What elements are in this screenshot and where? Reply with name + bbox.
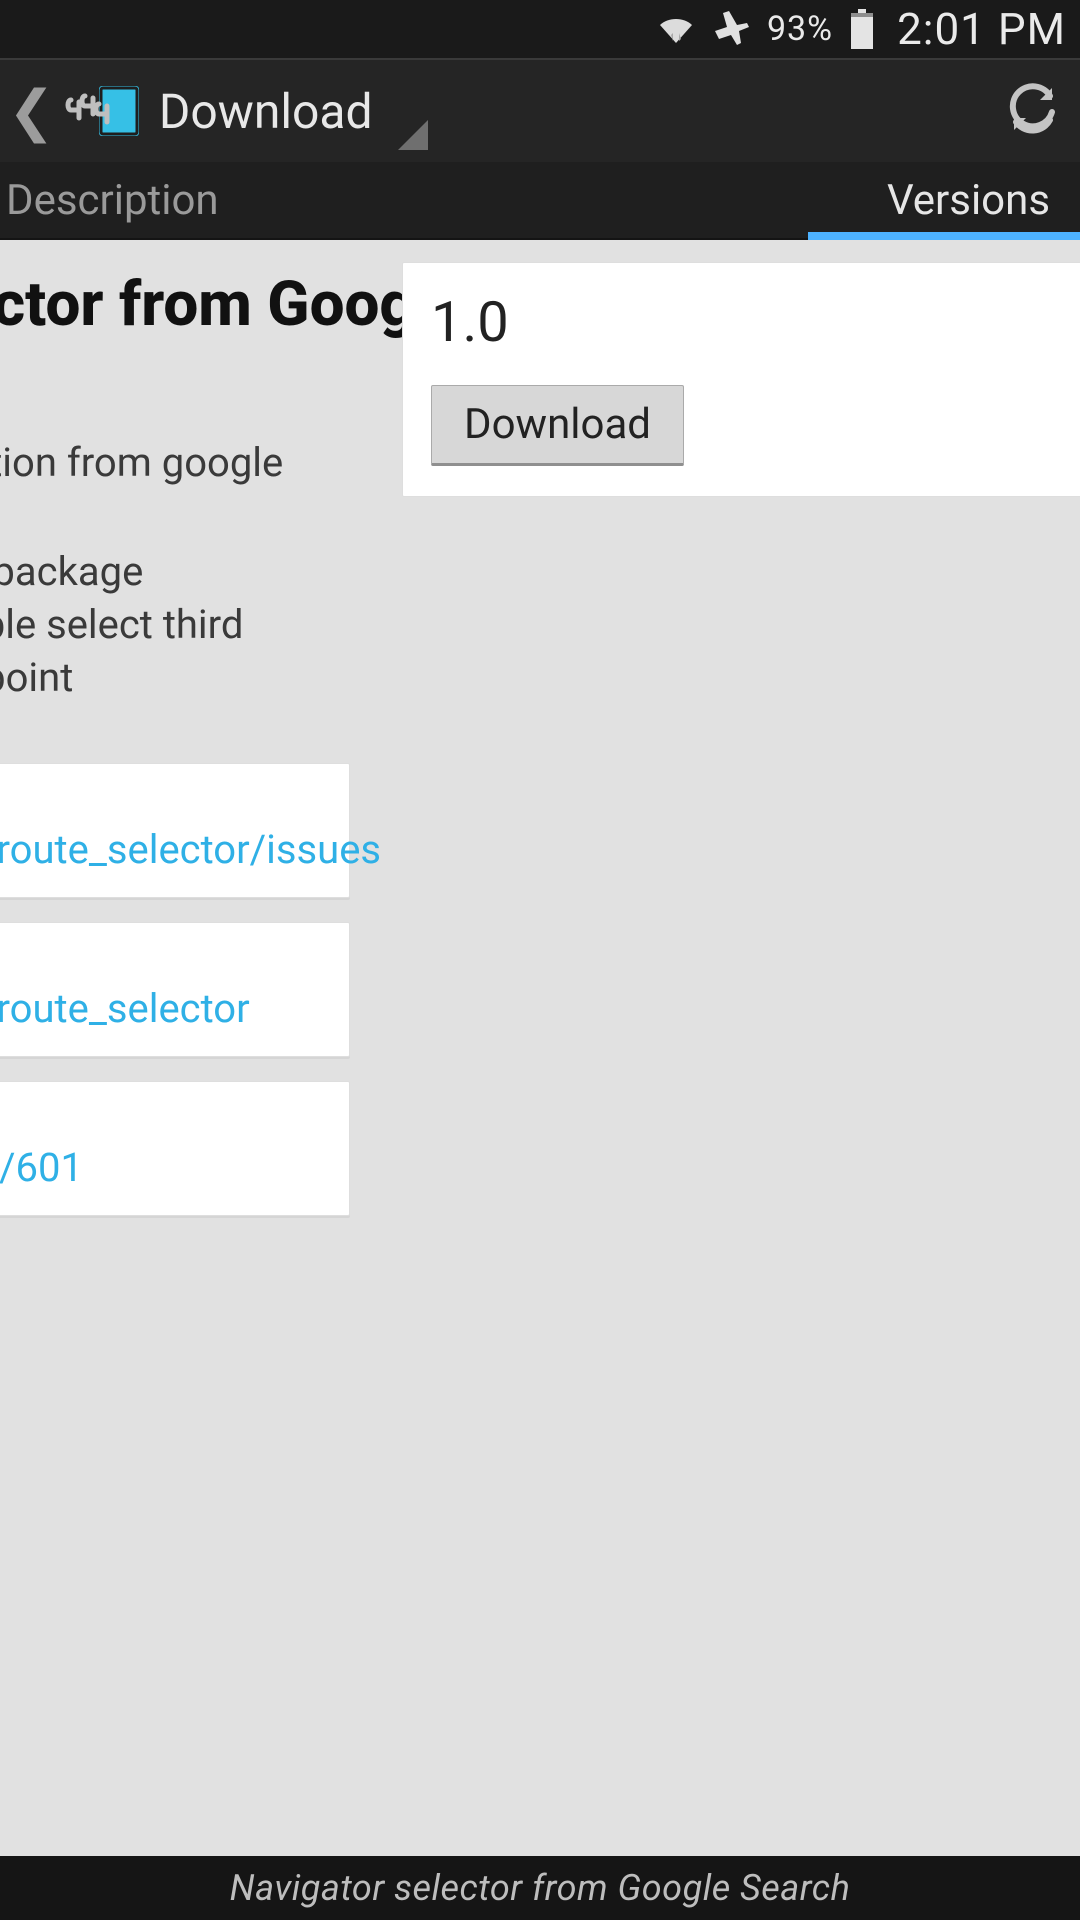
refresh-icon[interactable]: [1000, 74, 1066, 148]
content-area: Navigator selector from Google Pick alte…: [0, 240, 1080, 1856]
action-bar-title[interactable]: Download: [159, 83, 373, 140]
tab-strip: Description Versions: [0, 162, 1080, 240]
footer-status: Navigator selector from Google Search: [0, 1856, 1080, 1920]
link-card[interactable]: github.com/example/route_selector/issues: [0, 763, 350, 898]
status-bar: 93% 2:01 PM: [0, 0, 1080, 58]
spinner-indicator-icon[interactable]: [398, 120, 428, 154]
description-line: then route to founded point: [0, 654, 350, 701]
battery-percentage: 93%: [767, 9, 833, 49]
tab-description[interactable]: Description: [0, 162, 594, 238]
action-bar: ❮ Download: [0, 58, 1080, 162]
source-link[interactable]: github.com/example/route_selector: [0, 985, 329, 1032]
module-title: Navigator selector from Google: [0, 268, 350, 341]
wifi-icon: [657, 13, 695, 45]
thread-link[interactable]: xda-developers.com/t/601: [0, 1144, 329, 1191]
link-card[interactable]: xda-developers.com/t/601: [0, 1081, 350, 1216]
issues-link[interactable]: github.com/example/route_selector/issues: [0, 826, 329, 873]
description-line: Pick alternative navigation from google: [0, 439, 350, 486]
back-chevron-icon[interactable]: ❮: [6, 83, 61, 139]
airplane-mode-icon: [711, 9, 751, 49]
tab-description-label: Description: [6, 176, 219, 225]
link-card[interactable]: github.com/example/route_selector: [0, 922, 350, 1057]
xposed-app-icon[interactable]: [65, 81, 143, 141]
description-line: Install and enable that package: [0, 548, 350, 595]
clock: 2:01 PM: [897, 3, 1066, 55]
download-button[interactable]: Download: [431, 385, 684, 466]
tab-versions[interactable]: Versions: [594, 162, 1080, 238]
battery-icon: [849, 9, 875, 49]
footer-text: Navigator selector from Google Search: [230, 1867, 851, 1909]
tab-versions-label: Versions: [887, 176, 1050, 225]
description-line: open settings and enable select third: [0, 601, 350, 648]
version-number: 1.0: [431, 289, 1073, 355]
version-card: 1.0 Download: [402, 262, 1080, 497]
description-panel: Navigator selector from Google Pick alte…: [0, 240, 370, 1260]
